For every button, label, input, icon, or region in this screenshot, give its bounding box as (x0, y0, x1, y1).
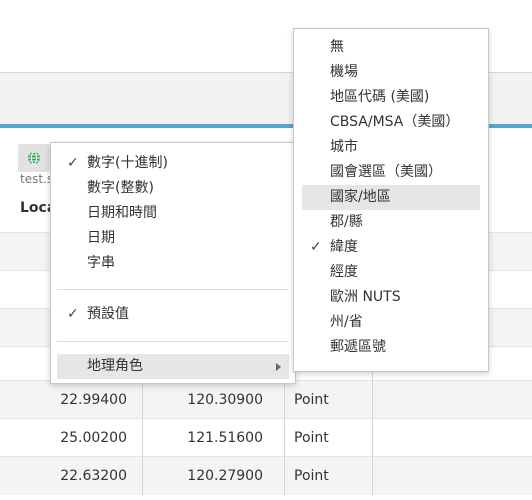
menu-item-label: 歐洲 NUTS (330, 289, 401, 305)
geo-item-latitude[interactable]: ✓ 緯度 (294, 235, 488, 260)
menu-item-label: CBSA/MSA（美國） (330, 114, 460, 130)
geographic-role-submenu: 無 機場 地區代碼 (美國) CBSA/MSA（美國） 城市 國會選區（美國） … (293, 28, 489, 372)
table-row: 22.99400 120.30900 Point (0, 380, 532, 419)
menu-item-label: 郵遞區號 (330, 339, 386, 355)
menu-item-default[interactable]: ✓ 預設值 (51, 302, 295, 327)
geo-item-country-region[interactable]: 國家/地區 (302, 185, 480, 210)
geo-item-longitude[interactable]: 經度 (294, 260, 488, 285)
menu-item-label: 地理角色 (87, 358, 143, 374)
menu-item-label: 無 (330, 39, 344, 55)
menu-item-label: 國會選區（美國） (330, 164, 442, 180)
menu-item-string[interactable]: 字串 (51, 251, 295, 276)
table-cell: 22.99400 (60, 392, 127, 408)
menu-item-label: 數字(十進制) (87, 155, 168, 171)
data-source-label: test.s (20, 172, 54, 186)
menu-item-label: 國家/地區 (330, 189, 391, 205)
menu-item-label: 經度 (330, 264, 358, 280)
geo-item-city[interactable]: 城市 (294, 135, 488, 160)
menu-item-date[interactable]: 日期 (51, 226, 295, 251)
geo-item-cbsa-msa[interactable]: CBSA/MSA（美國） (294, 110, 488, 135)
geo-item-state-province[interactable]: 州/省 (294, 310, 488, 335)
checkmark-icon: ✓ (310, 239, 322, 255)
menu-item-label: 字串 (87, 255, 115, 271)
menu-item-date-time[interactable]: 日期和時間 (51, 201, 295, 226)
menu-item-geographic-role[interactable]: 地理角色 (57, 354, 289, 379)
geo-item-area-code[interactable]: 地區代碼 (美國) (294, 85, 488, 110)
globe-icon (28, 151, 40, 165)
menu-item-label: 地區代碼 (美國) (330, 89, 430, 105)
menu-item-label: 預設值 (87, 306, 129, 322)
table-row: 25.00200 121.51600 Point (0, 418, 532, 457)
menu-item-label: 日期和時間 (87, 205, 157, 221)
data-type-menu: ✓ 數字(十進制) 數字(整數) 日期和時間 日期 字串 ✓ 預設值 地理角色 (50, 142, 296, 384)
menu-divider (57, 341, 289, 342)
menu-item-label: 緯度 (330, 239, 358, 255)
menu-item-label: 機場 (330, 64, 358, 80)
geo-item-county[interactable]: 郡/縣 (294, 210, 488, 235)
menu-item-label: 郡/縣 (330, 214, 363, 230)
menu-divider (57, 289, 289, 290)
checkmark-icon: ✓ (67, 155, 79, 171)
menu-item-label: 日期 (87, 230, 115, 246)
menu-item-label: 數字(整數) (87, 180, 154, 196)
table-cell: Point (294, 430, 329, 446)
geo-item-congressional-district[interactable]: 國會選區（美國） (294, 160, 488, 185)
geo-item-airport[interactable]: 機場 (294, 60, 488, 85)
geo-item-nuts-europe[interactable]: 歐洲 NUTS (294, 285, 488, 310)
geo-type-badge[interactable] (18, 144, 50, 172)
table-cell: 121.51600 (187, 430, 263, 446)
table-cell: Point (294, 392, 329, 408)
table-cell: 25.00200 (60, 430, 127, 446)
table-cell: Point (294, 468, 329, 484)
table-cell: 22.63200 (60, 468, 127, 484)
geo-item-none[interactable]: 無 (294, 35, 488, 60)
menu-item-number-whole[interactable]: 數字(整數) (51, 176, 295, 201)
menu-item-label: 城市 (330, 139, 358, 155)
table-row: 22.63200 120.27900 Point (0, 456, 532, 495)
checkmark-icon: ✓ (67, 306, 79, 322)
chevron-right-icon (276, 363, 281, 371)
table-cell: 120.27900 (187, 468, 263, 484)
menu-item-number-decimal[interactable]: ✓ 數字(十進制) (51, 151, 295, 176)
geo-item-zip-code[interactable]: 郵遞區號 (294, 335, 488, 360)
menu-item-label: 州/省 (330, 314, 363, 330)
table-cell: 120.30900 (187, 392, 263, 408)
